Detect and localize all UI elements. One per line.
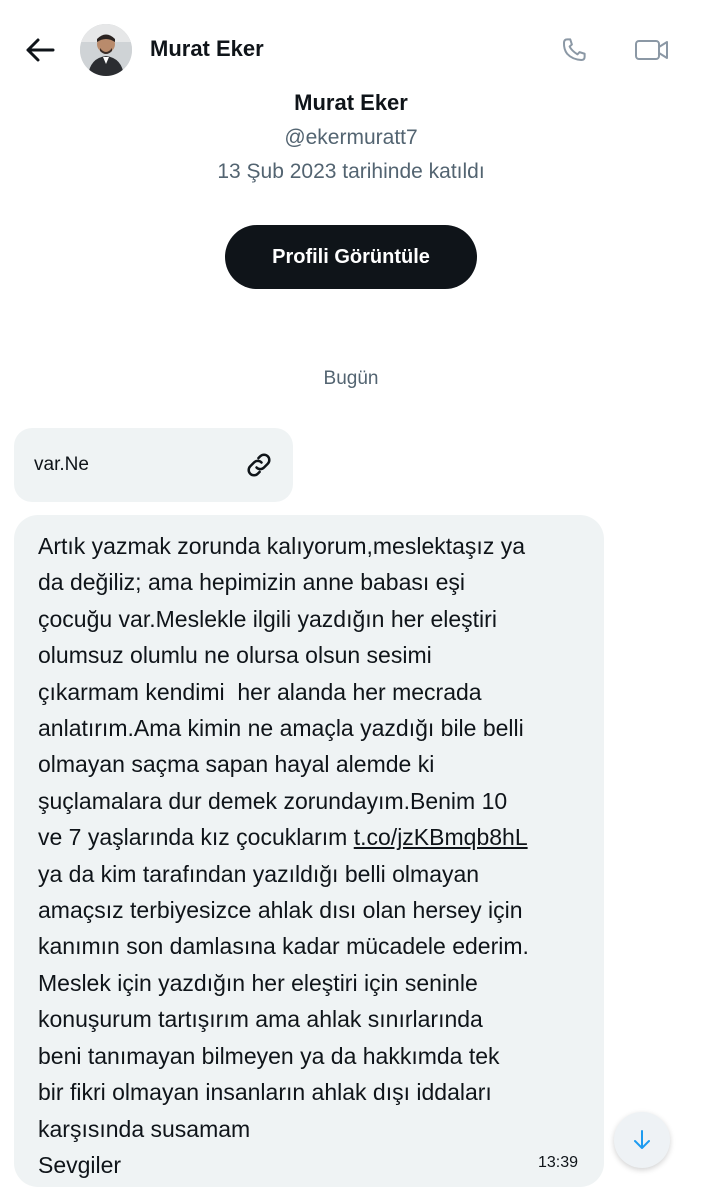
video-call-button[interactable] xyxy=(630,28,674,72)
avatar[interactable] xyxy=(80,24,132,76)
conversation-header: Murat Eker xyxy=(0,0,702,100)
message-line: kanımın son damlasına kadar mücadele ede… xyxy=(38,933,529,960)
link-icon-svg xyxy=(247,453,271,477)
message-line: amaçsız terbiyesizce ahlak dısı olan her… xyxy=(38,897,523,924)
message-line: olumsuz olumlu ne olursa olsun sesimi xyxy=(38,642,432,669)
message-line: konuşurum tartışırım ama ahlak sınırları… xyxy=(38,1006,483,1033)
message-timestamp: 13:39 xyxy=(538,1154,579,1171)
message-line: şuçlamalara dur demek zorundayım.Benim 1… xyxy=(38,787,508,814)
phone-icon xyxy=(562,38,586,61)
message-line: beni tanımayan bilmeyen ya da hakkımda t… xyxy=(38,1042,500,1069)
date-separator: Bugün xyxy=(323,368,379,389)
scroll-to-bottom-button[interactable] xyxy=(614,1112,670,1168)
profile-handle: @ekermuratt7 xyxy=(284,126,418,149)
message-text: Artık yazmak zorunda kalıyorum,meslektaş… xyxy=(38,528,598,1183)
avatar-image xyxy=(80,24,132,76)
message-line: da değiliz; ama hepimizin anne babası eş… xyxy=(38,569,466,596)
join-date: 13 Şub 2023 tarihinde katıldı xyxy=(217,160,485,183)
header-title[interactable]: Murat Eker xyxy=(150,36,264,62)
message-line: olmayan saçma sapan hayal alemde ki xyxy=(38,751,435,778)
video-camera-icon xyxy=(635,40,668,60)
message-link[interactable]: t.co/jzKBmqb8hL xyxy=(354,824,528,850)
arrow-left-icon xyxy=(26,38,55,62)
message-line: bir fikri olmayan insanların ahlak dışı … xyxy=(38,1079,492,1106)
message-line: ve 7 yaşlarında kız çocuklarım xyxy=(38,824,354,851)
profile-name: Murat Eker xyxy=(294,90,408,115)
message-line: karşısında susamam xyxy=(38,1115,251,1142)
link-message-text: var.Ne xyxy=(34,454,89,475)
message-line: anlatırım.Ama kimin ne amaçla yazdığı bi… xyxy=(38,715,524,742)
message-line: ya da kim tarafından yazıldığı belli olm… xyxy=(38,860,480,887)
message-line: Meslek için yazdığın her eleştiri için s… xyxy=(38,969,478,996)
message-line: Artık yazmak zorunda kalıyorum,meslektaş… xyxy=(38,533,525,559)
arrow-down-icon xyxy=(634,1130,650,1149)
message-signoff: Sevgiler xyxy=(38,1151,122,1178)
back-button[interactable] xyxy=(20,30,60,70)
message-line: çocuğu var.Meslekle ilgili yazdığın her … xyxy=(38,605,497,632)
call-button[interactable] xyxy=(552,28,596,72)
message-line: çıkarmam kendimi her alanda her mecrada xyxy=(38,678,482,705)
link-icon[interactable] xyxy=(240,446,278,484)
view-profile-button[interactable]: Profili Görüntüle xyxy=(225,225,477,289)
